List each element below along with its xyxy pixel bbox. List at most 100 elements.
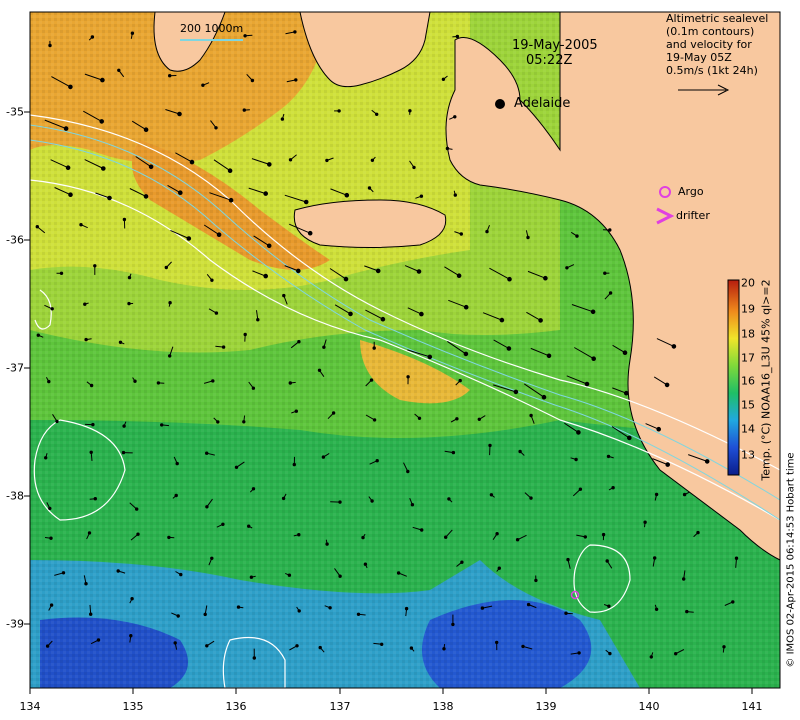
x-tick-label: 135 (122, 700, 144, 713)
velocity-arrow-head (117, 68, 121, 73)
velocity-arrow-head (148, 164, 154, 170)
velocity-arrow-head (48, 506, 52, 511)
velocity-arrow-head (331, 411, 336, 415)
velocity-arrow-head (409, 646, 414, 650)
velocity-arrow-head (696, 530, 700, 535)
velocity-arrow-head (590, 309, 596, 315)
velocity-arrow-head (263, 191, 269, 196)
velocity-arrow-head (671, 344, 677, 349)
velocity-arrow-head (61, 571, 66, 575)
velocity-arrow-head (704, 459, 710, 464)
velocity-arrow-head (90, 35, 95, 39)
argo-label: Argo (678, 185, 704, 198)
colorbar-tick: 20 (741, 276, 755, 290)
velocity-arrow-head (178, 190, 183, 195)
velocity-arrow-head (380, 316, 386, 322)
drifter-label: drifter (676, 209, 710, 222)
velocity-arrow-head (682, 492, 687, 497)
velocity-arrow-head (252, 656, 257, 660)
velocity-arrow-head (574, 457, 578, 462)
velocity-arrow-head (281, 496, 286, 501)
velocity-arrow-head (250, 78, 255, 83)
velocity-arrow-head (624, 390, 629, 396)
velocity-arrow-head (307, 230, 313, 236)
velocity-arrow-head (627, 435, 632, 441)
velocity-arrow-head (575, 234, 579, 238)
colorbar-title: Temp. (°C) NOAA16_L3U 45% ql>=2 (759, 279, 773, 481)
velocity-arrow-head (416, 269, 422, 274)
velocity-arrow-head (372, 418, 377, 422)
velocity-arrow-head (68, 84, 73, 90)
velocity-arrow-head (201, 83, 205, 87)
velocity-arrow-head (375, 459, 379, 463)
velocity-arrow-head (216, 232, 222, 237)
velocity-arrow-head (489, 493, 494, 497)
velocity-arrow-head (89, 383, 94, 388)
credit-text: © IMOS 02-Apr-2015 06:14:53 Hobart time (785, 452, 797, 668)
velocity-arrow-head (294, 78, 298, 82)
legend-line-5: 0.5m/s (1kt 24h) (666, 64, 758, 77)
velocity-arrow-head (534, 578, 538, 583)
velocity-arrow-head (122, 424, 126, 428)
velocity-arrow-head (507, 276, 512, 282)
velocity-arrow-head (50, 307, 54, 311)
velocity-arrow-head (622, 350, 628, 356)
velocity-arrow-head (369, 378, 374, 382)
velocity-arrow-head (83, 302, 87, 306)
velocity-arrow-head (406, 469, 410, 474)
velocity-arrow-head (529, 413, 533, 418)
velocity-arrow-head (136, 532, 140, 536)
velocity-arrow-head (499, 317, 505, 323)
velocity-arrow-head (338, 574, 342, 578)
velocity-arrow-head (674, 652, 678, 656)
velocity-arrow-head (404, 606, 409, 611)
land-kangaroo-island (293, 199, 447, 248)
velocity-arrow-head (518, 449, 522, 454)
velocity-arrow-head (603, 271, 607, 275)
velocity-arrow-head (451, 450, 456, 455)
velocity-arrow-head (654, 492, 659, 497)
velocity-arrow-head (583, 535, 587, 539)
velocity-arrow-head (372, 346, 376, 350)
velocity-arrow-head (526, 602, 531, 607)
velocity-arrow-head (608, 651, 612, 656)
x-tick-label: 136 (225, 700, 247, 713)
velocity-arrow-head (63, 126, 69, 131)
time-label: 05:22Z (526, 53, 573, 68)
velocity-arrow-head (338, 500, 342, 504)
velocity-arrow-head (173, 641, 177, 645)
velocity-arrow-head (216, 420, 220, 424)
velocity-arrow-head (611, 486, 615, 490)
velocity-arrow-head (370, 499, 374, 503)
colorbar-tick: 19 (741, 302, 755, 316)
velocity-arrow-head (93, 264, 97, 268)
velocity-arrow-head (463, 351, 469, 357)
velocity-arrow-head (168, 354, 172, 358)
velocity-arrow-head (236, 605, 241, 609)
velocity-arrow-head (100, 77, 105, 83)
velocity-arrow-head (419, 311, 424, 317)
velocity-arrow-head (601, 532, 606, 537)
velocity-arrow-head (177, 111, 182, 117)
velocity-arrow-head (49, 536, 53, 540)
velocity-arrow-head (36, 333, 40, 337)
velocity-arrow-head (160, 423, 164, 427)
velocity-arrow-head (130, 31, 135, 35)
velocity-arrow-head (107, 195, 112, 201)
velocity-arrow-head (577, 651, 581, 655)
velocity-arrow-head (243, 34, 247, 38)
velocity-arrow-head (89, 450, 93, 454)
velocity-arrow-head (649, 655, 653, 659)
y-tick-label: -37 (6, 361, 24, 375)
velocity-arrow-head (584, 381, 590, 387)
legend-line-2: (0.1m contours) (666, 25, 755, 38)
velocity-arrow-head (55, 419, 59, 424)
velocity-arrow-head (656, 426, 662, 432)
velocity-arrow-head (211, 379, 215, 383)
velocity-arrow-head (396, 571, 401, 575)
velocity-arrow-head (130, 597, 134, 601)
velocity-arrow-head (321, 455, 326, 459)
velocity-arrow-head (605, 559, 609, 563)
colorbar-tick: 17 (741, 351, 755, 365)
velocity-arrow-head (453, 193, 457, 197)
